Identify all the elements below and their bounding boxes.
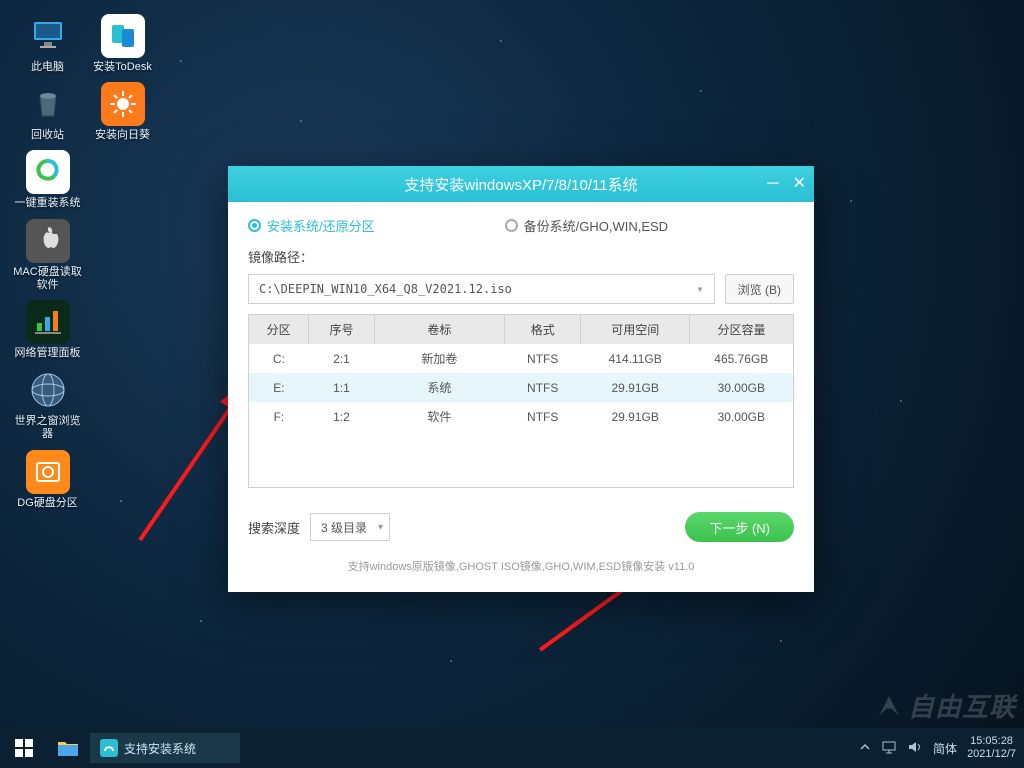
installer-dialog: 支持安装windowsXP/7/8/10/11系统 ─ ✕ 安装系统/还原分区 … bbox=[228, 166, 814, 592]
netpanel-icon bbox=[26, 300, 70, 344]
dialog-footer-text: 支持windows原版镜像,GHOST ISO镜像,GHO,WIM,ESD镜像安… bbox=[248, 558, 794, 574]
watermark: 自由互联 bbox=[874, 687, 1016, 724]
table-cell: NTFS bbox=[505, 373, 581, 402]
desktop-icon-dg[interactable]: DG硬盘分区 bbox=[10, 450, 85, 510]
desktop-icon-recycle[interactable]: 回收站 bbox=[10, 82, 85, 142]
image-path-select[interactable]: C:\DEEPIN_WIN10_X64_Q8_V2021.12.iso ▾ bbox=[248, 274, 715, 304]
next-button[interactable]: 下一步 (N) bbox=[685, 512, 794, 542]
search-depth-select[interactable]: 3 级目录 ▾ bbox=[310, 513, 390, 541]
table-header: 分区 bbox=[249, 315, 309, 344]
radio-label: 备份系统/GHO,WIN,ESD bbox=[524, 216, 668, 235]
todesk-icon bbox=[101, 14, 145, 58]
recycle-icon bbox=[26, 82, 70, 126]
table-header: 卷标 bbox=[374, 315, 505, 344]
chevron-down-icon: ▾ bbox=[696, 282, 703, 296]
image-path-label: 镜像路径： bbox=[248, 247, 794, 266]
image-path-value: C:\DEEPIN_WIN10_X64_Q8_V2021.12.iso bbox=[259, 282, 512, 296]
taskbar-task-label: 支持安装系统 bbox=[124, 740, 196, 757]
browse-button[interactable]: 浏览 (B) bbox=[725, 274, 794, 304]
desktop-icon-netpanel[interactable]: 网络管理面板 bbox=[10, 300, 85, 360]
desktop-icons: 此电脑 安装ToDesk 回收站 安装向日葵一键重装系统 MAC硬盘读取软件网络管理面板… bbox=[10, 10, 170, 514]
table-header: 序号 bbox=[309, 315, 374, 344]
dialog-titlebar: 支持安装windowsXP/7/8/10/11系统 ─ ✕ bbox=[228, 166, 814, 202]
radio-backup[interactable]: 备份系统/GHO,WIN,ESD bbox=[505, 216, 668, 235]
table-cell: 1:1 bbox=[309, 373, 374, 402]
browser-icon bbox=[26, 368, 70, 412]
table-row[interactable]: F:1:2软件NTFS29.91GB30.00GB bbox=[249, 402, 793, 431]
desktop-icon-label: 一键重装系统 bbox=[15, 197, 81, 210]
table-cell: 465.76GB bbox=[690, 344, 793, 373]
table-header: 分区容量 bbox=[690, 315, 793, 344]
table-cell: 30.00GB bbox=[690, 373, 793, 402]
dg-icon bbox=[26, 450, 70, 494]
tray-date: 2021/12/7 bbox=[967, 748, 1016, 761]
table-cell: F: bbox=[249, 402, 309, 431]
tray-network-icon[interactable] bbox=[881, 740, 897, 757]
search-depth-value: 3 级目录 bbox=[321, 519, 367, 536]
reinstall-icon bbox=[26, 150, 70, 194]
desktop-icon-label: DG硬盘分区 bbox=[17, 497, 78, 510]
sunflower-icon bbox=[101, 82, 145, 126]
taskbar: 支持安装系统 简体 15:05:28 2021/12/7 bbox=[0, 728, 1024, 768]
table-cell: 2:1 bbox=[309, 344, 374, 373]
table-cell: 29.91GB bbox=[581, 373, 690, 402]
taskbar-explorer-icon[interactable] bbox=[48, 728, 88, 768]
radio-label: 安装系统/还原分区 bbox=[267, 216, 375, 235]
table-cell: 30.00GB bbox=[690, 402, 793, 431]
table-cell: 1:2 bbox=[309, 402, 374, 431]
tray-volume-icon[interactable] bbox=[907, 740, 923, 757]
macdisk-icon bbox=[26, 219, 70, 263]
table-header: 格式 bbox=[505, 315, 581, 344]
radio-install-restore[interactable]: 安装系统/还原分区 bbox=[248, 216, 375, 235]
system-tray: 简体 15:05:28 2021/12/7 bbox=[859, 728, 1024, 768]
table-cell: 新加卷 bbox=[374, 344, 505, 373]
table-cell: E: bbox=[249, 373, 309, 402]
tray-chevron-icon[interactable] bbox=[859, 741, 871, 756]
table-cell: NTFS bbox=[505, 344, 581, 373]
desktop-icon-label: 安装ToDesk bbox=[93, 61, 152, 74]
desktop-icon-pc[interactable]: 此电脑 bbox=[10, 14, 85, 74]
tray-time: 15:05:28 bbox=[967, 735, 1016, 748]
table-header: 可用空间 bbox=[581, 315, 690, 344]
close-button[interactable]: ✕ bbox=[793, 176, 806, 192]
table-row[interactable]: E:1:1系统NTFS29.91GB30.00GB bbox=[249, 373, 793, 402]
desktop-icon-label: 回收站 bbox=[31, 129, 64, 142]
table-cell: 414.11GB bbox=[581, 344, 690, 373]
desktop-icon-todesk[interactable]: 安装ToDesk bbox=[85, 14, 160, 74]
desktop-icon-label: 安装向日葵 bbox=[95, 129, 150, 142]
partition-table: 分区序号卷标格式可用空间分区容量 C:2:1新加卷NTFS414.11GB465… bbox=[248, 314, 794, 488]
table-cell: C: bbox=[249, 344, 309, 373]
taskbar-task-installer[interactable]: 支持安装系统 bbox=[90, 733, 240, 763]
dialog-title: 支持安装windowsXP/7/8/10/11系统 bbox=[404, 174, 637, 195]
desktop-icon-label: 世界之窗浏览器 bbox=[12, 415, 84, 441]
desktop-icon-reinstall[interactable]: 一键重装系统 bbox=[10, 150, 85, 210]
desktop-icon-label: MAC硬盘读取软件 bbox=[12, 266, 84, 292]
radio-dot-icon bbox=[248, 219, 261, 232]
desktop-icon-sunflower[interactable]: 安装向日葵 bbox=[85, 82, 160, 142]
start-button[interactable] bbox=[0, 728, 48, 768]
table-cell: 软件 bbox=[374, 402, 505, 431]
table-cell: NTFS bbox=[505, 402, 581, 431]
desktop-icon-label: 此电脑 bbox=[31, 61, 64, 74]
radio-dot-icon bbox=[505, 219, 518, 232]
table-cell: 29.91GB bbox=[581, 402, 690, 431]
chevron-down-icon: ▾ bbox=[378, 522, 383, 533]
desktop-icon-macdisk[interactable]: MAC硬盘读取软件 bbox=[10, 219, 85, 292]
table-cell: 系统 bbox=[374, 373, 505, 402]
tray-clock[interactable]: 15:05:28 2021/12/7 bbox=[967, 735, 1016, 761]
search-depth-label: 搜索深度 bbox=[248, 518, 300, 537]
desktop-icon-label: 网络管理面板 bbox=[15, 347, 81, 360]
pc-icon bbox=[26, 14, 70, 58]
desktop-icon-browser[interactable]: 世界之窗浏览器 bbox=[10, 368, 85, 441]
minimize-button[interactable]: ─ bbox=[767, 176, 778, 192]
table-row[interactable]: C:2:1新加卷NTFS414.11GB465.76GB bbox=[249, 344, 793, 373]
tray-ime[interactable]: 简体 bbox=[933, 740, 957, 757]
